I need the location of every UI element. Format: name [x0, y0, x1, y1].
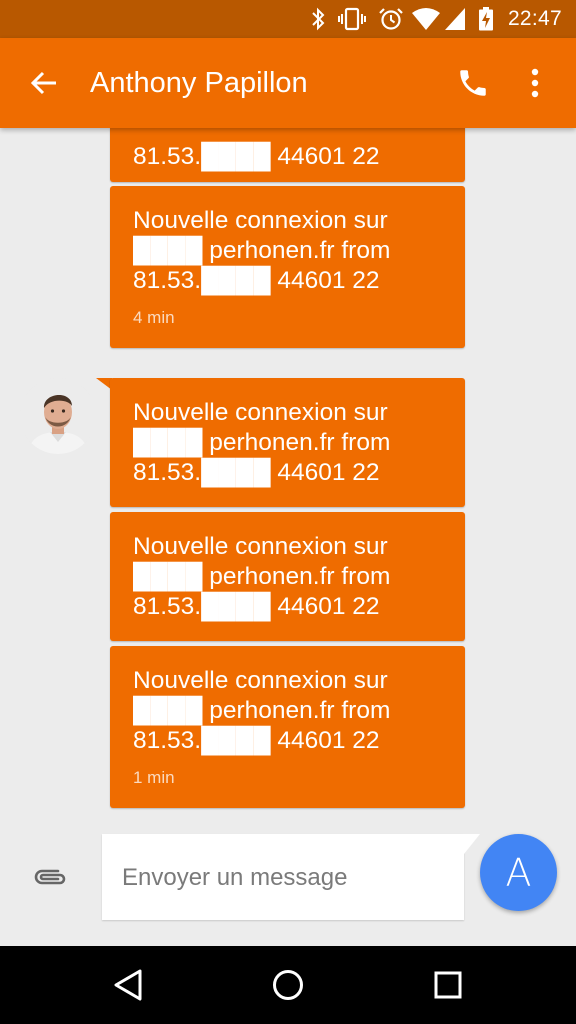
message-text: Nouvelle connexion sur ████ perhonen.fr …	[133, 399, 391, 486]
message-bubble[interactable]: Nouvelle connexion sur ████ perhonen.fr …	[110, 512, 465, 641]
message-timestamp: 4 min	[133, 308, 175, 327]
conversation-list[interactable]: 81.53.████ 44601 22 Nouvelle connexion s…	[0, 128, 576, 820]
message-text: Nouvelle connexion sur ████ perhonen.fr …	[133, 533, 391, 620]
compose-tail	[464, 834, 480, 854]
signal-icon	[444, 7, 466, 36]
nav-back-icon[interactable]	[112, 968, 144, 1007]
message-text: Nouvelle connexion sur ████ perhonen.fr …	[133, 207, 391, 294]
alarm-icon	[378, 7, 404, 36]
message-bubble[interactable]: Nouvelle connexion sur ████ perhonen.fr …	[110, 186, 465, 348]
battery-charging-icon	[478, 7, 494, 36]
paperclip-icon[interactable]	[32, 864, 68, 895]
conversation-title: Anthony Papillon	[90, 67, 308, 99]
back-arrow-icon[interactable]	[30, 69, 58, 102]
message-bubble[interactable]: Nouvelle connexion sur ████ perhonen.fr …	[110, 646, 465, 808]
wifi-icon	[412, 7, 440, 36]
app-bar: Anthony Papillon	[0, 38, 576, 128]
vibrate-icon	[338, 7, 366, 36]
message-text: 81.53.████ 44601 22	[133, 143, 380, 170]
message-bubble[interactable]: 81.53.████ 44601 22	[110, 128, 465, 182]
message-timestamp: 1 min	[133, 768, 175, 787]
message-input[interactable]	[120, 834, 454, 922]
status-bar: 22:47	[0, 0, 576, 38]
avatar[interactable]	[20, 378, 96, 454]
status-time: 22:47	[507, 7, 562, 30]
nav-home-icon[interactable]	[271, 968, 305, 1007]
compose-box	[102, 834, 464, 922]
message-bubble[interactable]: Nouvelle connexion sur ████ perhonen.fr …	[110, 378, 465, 507]
phone-icon[interactable]	[456, 66, 490, 105]
nav-recents-icon[interactable]	[433, 968, 463, 1007]
message-text: Nouvelle connexion sur ████ perhonen.fr …	[133, 667, 391, 754]
navigation-bar	[0, 946, 576, 1024]
send-button[interactable]: A	[480, 834, 557, 911]
more-vert-icon[interactable]	[530, 68, 540, 103]
bluetooth-icon	[310, 7, 326, 36]
